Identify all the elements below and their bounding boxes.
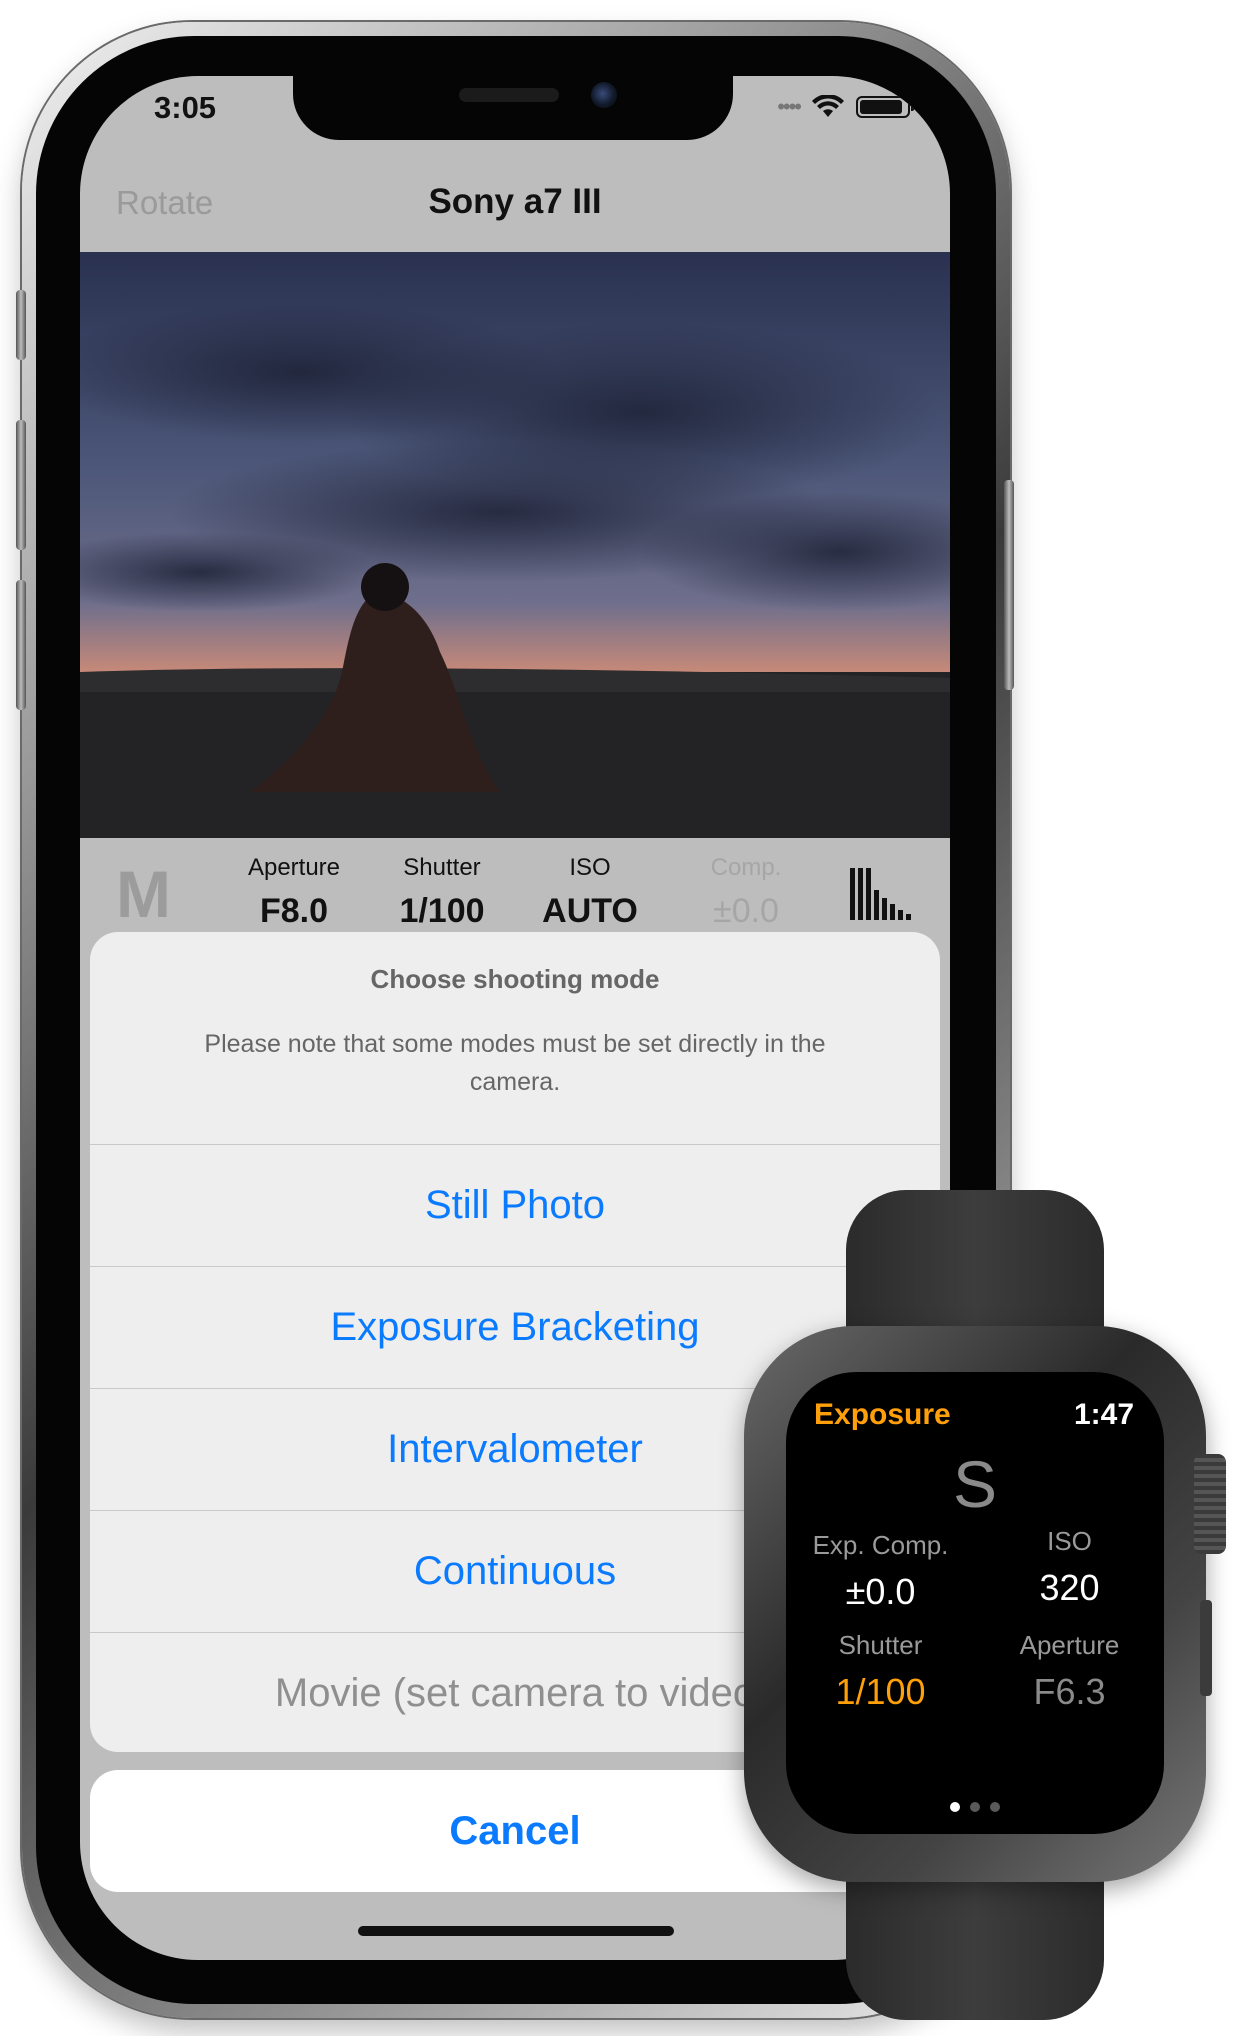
comp-control[interactable]: Comp. ±0.0 [666,854,826,931]
page-dot [950,1802,960,1812]
watch-exp-comp-label: Exp. Comp. [812,1530,949,1560]
watch-iso[interactable]: ISO 320 [975,1526,1164,1609]
watch-side-button[interactable] [1200,1600,1212,1696]
live-view-image[interactable] [80,252,950,838]
shutter-control[interactable]: Shutter 1/100 [362,854,522,931]
status-time: 3:05 [154,90,217,125]
nav-bar: Rotate Sony a7 III [80,140,950,252]
action-sheet-message: Please note that some modes must be set … [204,1030,826,1096]
action-sheet-header: Choose shooting mode Please note that so… [90,932,940,1145]
silent-switch [16,290,26,360]
action-sheet-title: Choose shooting mode [370,964,660,994]
watch-iso-value: 320 [1039,1567,1100,1608]
exposure-meter-icon[interactable] [850,868,911,920]
wifi-icon [812,95,844,117]
notch [293,76,733,140]
watch-exp-comp-value: ±0.0 [845,1571,916,1612]
watch-aperture[interactable]: Aperture F6.3 [975,1630,1164,1713]
watch-iso-label: ISO [1047,1526,1092,1556]
aperture-control[interactable]: Aperture F8.0 [214,854,374,931]
shooting-mode-indicator[interactable]: M [116,856,171,932]
watch-time: 1:47 [1073,1398,1134,1431]
watch-aperture-label: Aperture [1019,1630,1120,1660]
battery-icon [856,96,914,118]
watch-exp-comp[interactable]: Exp. Comp. ±0.0 [786,1530,975,1613]
cellular-signal-icon: •••• [777,94,802,119]
watch-shutter-value: 1/100 [835,1671,926,1712]
watch-shutter-label: Shutter [838,1630,923,1660]
status-indicators: •••• [777,94,914,120]
front-camera [591,82,617,108]
iso-control[interactable]: ISO AUTO [510,854,670,931]
home-indicator[interactable] [358,1926,674,1936]
page-dot [970,1802,980,1812]
watch-aperture-value: F6.3 [1033,1671,1106,1712]
watch-shutter[interactable]: Shutter 1/100 [786,1630,975,1713]
iso-label: ISO [569,854,611,881]
watch-page-indicator [786,1802,1164,1812]
digital-crown[interactable] [1194,1454,1226,1554]
earpiece-speaker [459,88,559,102]
shutter-value: 1/100 [399,892,485,930]
comp-label: Comp. [710,854,782,881]
watch-mode-indicator: S [952,1447,998,1521]
page-dot [990,1802,1000,1812]
volume-down-button [16,580,26,710]
watch-title: Exposure [814,1398,951,1431]
aperture-value: F8.0 [259,892,329,930]
option-still-photo[interactable]: Still Photo [90,1145,940,1267]
nav-title: Sony a7 III [428,182,602,221]
volume-up-button [16,420,26,550]
iso-value: AUTO [542,892,638,930]
power-button [1004,480,1014,690]
watch-screen: Exposure 1:47 S Exp. Comp. ±0.0 ISO 320 … [786,1372,1164,1834]
comp-value: ±0.0 [713,892,779,930]
aperture-label: Aperture [247,854,341,881]
shutter-label: Shutter [403,854,481,881]
